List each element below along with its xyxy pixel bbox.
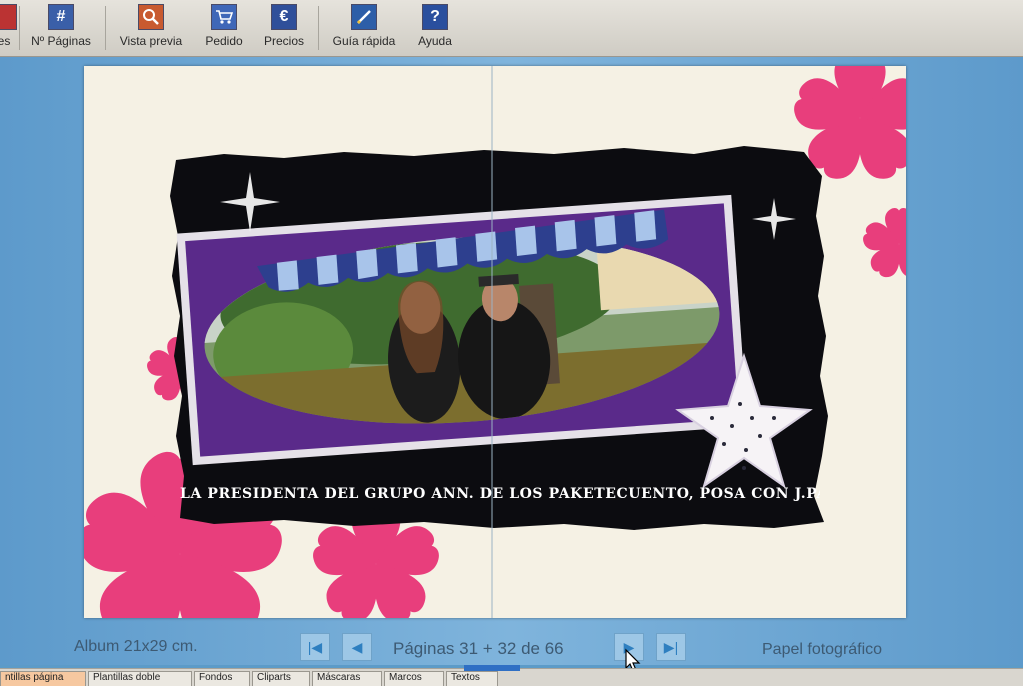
hash-icon: # (48, 4, 74, 30)
tab-double-templates[interactable]: Plantillas doble (88, 671, 192, 686)
toolbar-num-pages-label: Nº Páginas (31, 34, 91, 48)
last-page-icon: ▶| (663, 638, 679, 655)
help-icon: ? (422, 4, 448, 30)
toolbar-num-pages-button[interactable]: # Nº Páginas (26, 2, 96, 52)
status-bar: Album 21x29 cm. |◀ ◀ Páginas 31 + 32 de … (0, 628, 1023, 672)
tab-cliparts[interactable]: Cliparts (252, 671, 310, 686)
toolbar-quick-guide-label: Guía rápida (332, 34, 396, 48)
first-page-button[interactable]: |◀ (300, 633, 330, 661)
album-size-label: Album 21x29 cm. (74, 638, 198, 655)
paper-type-label: Papel fotográfico (762, 641, 883, 658)
pages-icon (0, 4, 17, 30)
tab-backgrounds[interactable]: Fondos (194, 671, 250, 686)
toolbar-order-label: Pedido (205, 34, 243, 48)
splitter-handle[interactable] (464, 665, 520, 671)
cart-icon (211, 4, 237, 30)
toolbar-preview-button[interactable]: Vista previa (113, 2, 189, 52)
pen-icon (351, 4, 377, 30)
spread-artwork (84, 66, 906, 618)
toolbar-prices-label: Precios (263, 34, 304, 48)
prev-page-button[interactable]: ◀ (342, 633, 372, 661)
toolbar-help-label: Ayuda (418, 34, 452, 48)
toolbar-pages-label: es (0, 34, 11, 48)
toolbar-order-button[interactable]: Pedido (200, 2, 248, 52)
tab-masks[interactable]: Máscaras (312, 671, 382, 686)
tab-page-templates[interactable]: ntillas página (0, 671, 86, 686)
euro-icon: € (271, 4, 297, 30)
toolbar-quick-guide-button[interactable]: Guía rápida (326, 2, 402, 52)
page-counter: Páginas 31 + 32 de 66 (393, 639, 564, 658)
main-toolbar: es # Nº Páginas Vista previa Pedido € Pr… (0, 0, 1023, 57)
photo-caption[interactable]: LA PRESIDENTA DEL GRUPO ANN. DE LOS PAKE… (180, 486, 820, 502)
flower-decoration-right-small (860, 207, 906, 282)
first-page-icon: |◀ (307, 638, 323, 655)
toolbar-prices-button[interactable]: € Precios (260, 2, 308, 52)
bottom-tab-strip: ntillas página Plantillas doble Fondos C… (0, 665, 1023, 686)
tab-frames[interactable]: Marcos (384, 671, 444, 686)
toolbar-preview-label: Vista previa (119, 34, 183, 48)
tab-texts[interactable]: Textos (446, 671, 498, 686)
photo-frame (176, 194, 748, 466)
album-spread[interactable]: LA PRESIDENTA DEL GRUPO ANN. DE LOS PAKE… (84, 66, 906, 618)
toolbar-pages-button[interactable]: es (0, 2, 17, 52)
toolbar-help-button[interactable]: ? Ayuda (410, 2, 460, 52)
preview-icon (138, 4, 164, 30)
last-page-button[interactable]: ▶| (656, 633, 686, 661)
prev-page-icon: ◀ (351, 638, 363, 655)
